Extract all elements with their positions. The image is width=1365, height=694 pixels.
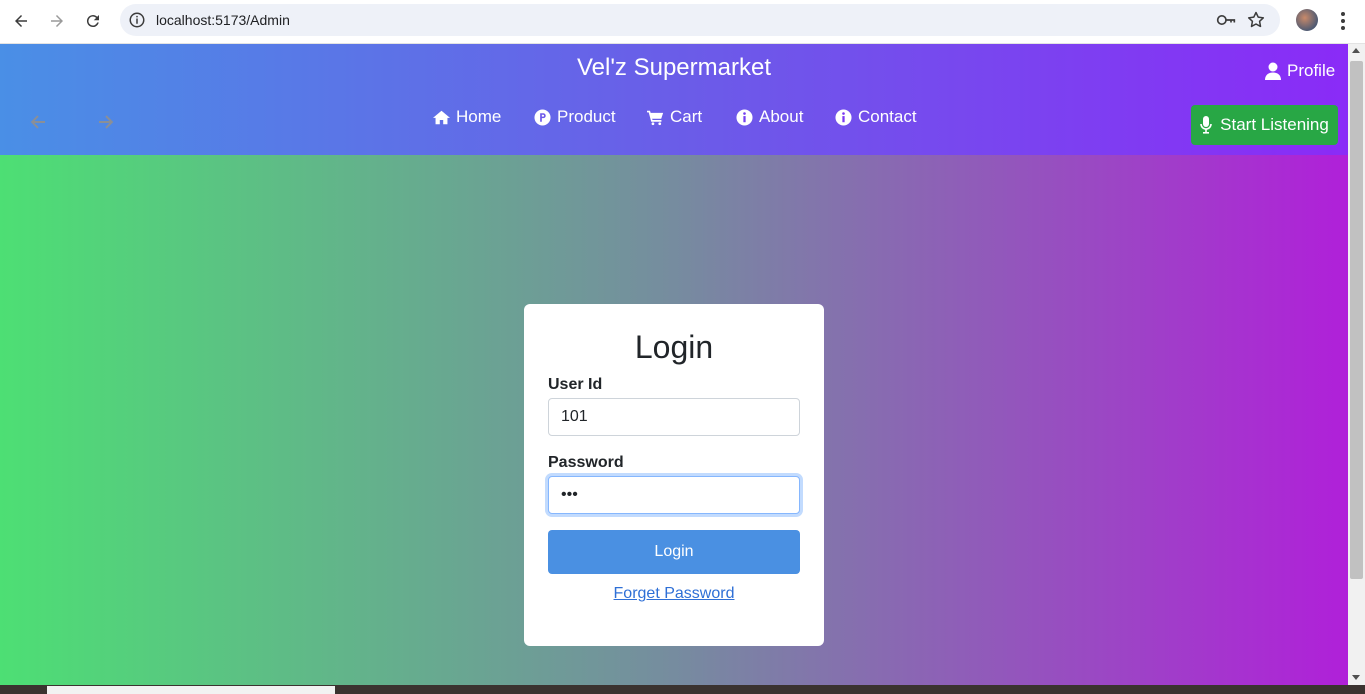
cart-icon — [647, 110, 664, 125]
profile-link[interactable]: Profile — [1265, 61, 1335, 81]
site-info-icon[interactable] — [128, 11, 146, 29]
scroll-thumb[interactable] — [1350, 61, 1363, 579]
site-header: Vel'z Supermarket Profile Home Product C… — [0, 44, 1348, 155]
page-scrollbar[interactable] — [1348, 44, 1365, 685]
nav-cart-label: Cart — [670, 107, 703, 126]
main-content: Login User Id Password Login Forget Pass… — [0, 155, 1348, 685]
user-id-input[interactable] — [548, 398, 800, 436]
back-icon[interactable] — [8, 8, 34, 34]
start-listening-button[interactable]: Start Listening — [1191, 105, 1338, 145]
bookmark-star-icon[interactable] — [1246, 10, 1266, 30]
password-label: Password — [548, 454, 624, 471]
nav-home-label: Home — [456, 107, 502, 126]
login-button[interactable]: Login — [548, 530, 800, 574]
forget-password-link[interactable]: Forget Password — [524, 585, 824, 603]
scroll-down-arrow-icon[interactable] — [1352, 675, 1360, 680]
os-taskbar — [0, 685, 1365, 694]
site-title: Vel'z Supermarket — [576, 54, 771, 81]
nav-about-label: About — [759, 107, 804, 126]
info-icon — [736, 108, 753, 126]
home-icon — [433, 110, 450, 124]
product-icon — [534, 108, 551, 126]
password-key-icon[interactable] — [1216, 11, 1236, 29]
main-nav: Home Product Cart About Contact — [0, 107, 1348, 131]
url-text[interactable]: localhost:5173/Admin — [156, 12, 290, 28]
taskbar-search[interactable] — [47, 686, 335, 694]
forward-icon[interactable] — [44, 8, 70, 34]
address-bar[interactable]: localhost:5173/Admin — [120, 4, 1280, 36]
info-icon — [835, 108, 852, 126]
kebab-menu-icon[interactable] — [1334, 8, 1352, 34]
login-title: Login — [634, 329, 714, 365]
reload-icon[interactable] — [80, 8, 106, 34]
scroll-up-arrow-icon[interactable] — [1352, 48, 1360, 53]
nav-contact-label: Contact — [858, 107, 917, 126]
nav-product-label: Product — [557, 107, 616, 126]
user-id-label: User Id — [548, 376, 603, 393]
nav-product[interactable]: Product — [534, 107, 616, 127]
login-card: Login User Id Password Login Forget Pass… — [524, 304, 824, 646]
nav-about[interactable]: About — [736, 107, 803, 127]
page-viewport: Vel'z Supermarket Profile Home Product C… — [0, 44, 1348, 685]
nav-cart[interactable]: Cart — [647, 107, 702, 127]
start-listening-label: Start Listening — [1220, 115, 1329, 134]
password-input[interactable] — [548, 476, 800, 514]
user-icon — [1265, 62, 1281, 80]
browser-toolbar: localhost:5173/Admin — [0, 0, 1365, 44]
profile-label: Profile — [1287, 61, 1336, 80]
nav-home[interactable]: Home — [433, 107, 501, 127]
nav-contact[interactable]: Contact — [835, 107, 917, 127]
microphone-icon — [1200, 116, 1212, 134]
profile-avatar[interactable] — [1296, 9, 1318, 31]
